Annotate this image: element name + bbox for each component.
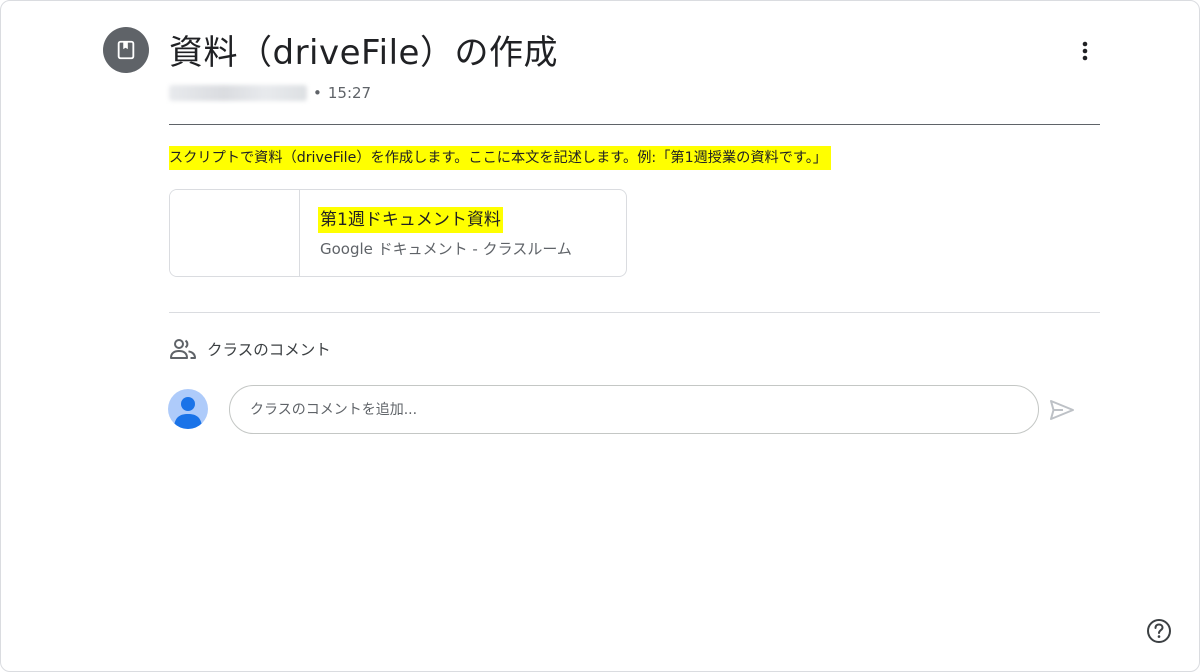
class-comments-header: クラスのコメント [169, 335, 331, 363]
class-comment-input[interactable] [229, 385, 1039, 434]
attachment-subtitle: Google ドキュメント - クラスルーム [320, 240, 572, 258]
class-comments-label: クラスのコメント [207, 341, 331, 359]
attachment-thumbnail[interactable] [170, 190, 300, 276]
bookmark-icon [117, 40, 135, 60]
attachment-title[interactable]: 第1週ドキュメント資料 [318, 207, 503, 233]
comments-divider [169, 312, 1100, 313]
send-comment-button[interactable] [1045, 393, 1079, 427]
more-options-button[interactable] [1069, 33, 1101, 69]
more-vert-icon [1082, 41, 1088, 61]
page-title: 資料（driveFile）の作成 [169, 33, 558, 73]
people-icon [170, 339, 196, 359]
author-name: ■■■ ■■■■■■■■■■ [169, 85, 307, 101]
avatar [168, 389, 208, 429]
meta-separator: • [313, 84, 322, 102]
help-button[interactable] [1143, 615, 1175, 647]
send-icon [1050, 400, 1074, 420]
user-avatar-icon [174, 397, 202, 429]
post-meta: ■■■ ■■■■■■■■■■ • 15:27 [169, 83, 371, 103]
bookmark-material-icon [103, 27, 149, 73]
material-detail-panel: 資料（driveFile）の作成 ■■■ ■■■■■■■■■■ • 15:27 … [0, 0, 1200, 672]
post-time: 15:27 [327, 84, 372, 102]
attachment-card[interactable]: 第1週ドキュメント資料 Google ドキュメント - クラスルーム [169, 189, 627, 277]
header-divider [169, 124, 1100, 125]
material-description: スクリプトで資料（driveFile）を作成します。ここに本文を記述します。例:… [169, 146, 831, 170]
help-icon [1147, 619, 1171, 643]
